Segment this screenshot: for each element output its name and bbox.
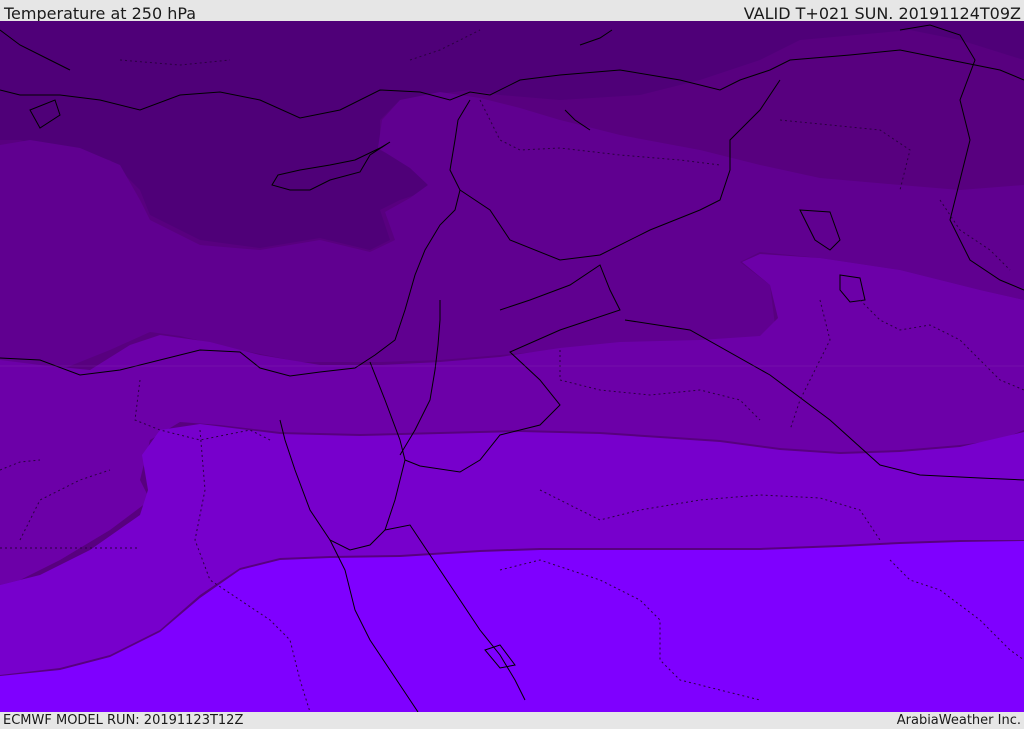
map-frame: Temperature at 250 hPa VALID T+021 SUN. … xyxy=(0,0,1024,729)
model-run-label: ECMWF MODEL RUN: 20191123T12Z xyxy=(3,713,244,728)
footer-bar: ECMWF MODEL RUN: 20191123T12Z ArabiaWeat… xyxy=(0,712,1024,729)
header-bar: Temperature at 250 hPa VALID T+021 SUN. … xyxy=(0,0,1024,23)
credit-label: ArabiaWeather Inc. xyxy=(896,713,1021,728)
temperature-map xyxy=(0,21,1024,712)
